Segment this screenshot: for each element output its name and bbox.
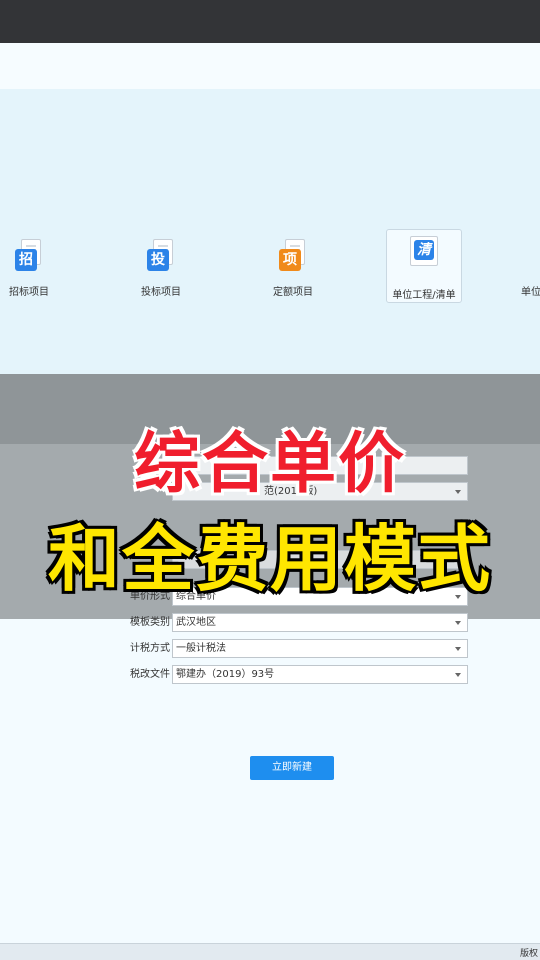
status-footer: 版权 [0, 943, 540, 960]
type-label: 招标项目 [9, 287, 49, 298]
bid-doc-icon: 投 [147, 239, 175, 271]
bill-doc-icon: 清 [410, 236, 438, 268]
template-row: 模板类别 武汉地区 [120, 613, 480, 633]
create-now-button[interactable]: 立即新建 [250, 756, 334, 780]
template-label: 模板类别 [130, 617, 170, 628]
chevron-down-icon [455, 673, 461, 677]
type-label: 投标项目 [141, 287, 181, 298]
template-value: 武汉地区 [176, 617, 216, 628]
project-type-panel: 招 招标项目 投 投标项目 项 定额项目 清 单位工程/清单 单位 [0, 89, 540, 374]
footer-copyright: 版权 [519, 949, 538, 959]
chevron-down-icon [455, 647, 461, 651]
tax-method-row: 计税方式 一般计税法 [120, 639, 480, 659]
tax-file-row: 税改文件 鄂建办（2019）93号 [120, 665, 480, 685]
banner-line-2: 和全费用模式 [46, 515, 492, 603]
tax-file-value: 鄂建办（2019）93号 [176, 669, 275, 680]
tax-file-label: 税改文件 [130, 669, 170, 680]
tax-method-label: 计税方式 [130, 643, 170, 654]
quota-doc-icon: 项 [279, 239, 307, 271]
tender-doc-icon: 招 [15, 239, 43, 271]
type-tender-project[interactable]: 招 招标项目 [0, 229, 74, 303]
type-quota-project[interactable]: 项 定额项目 [248, 229, 338, 303]
type-label: 单位工程/清单 [392, 290, 456, 301]
banner-line-1: 综合单价 [133, 424, 406, 504]
tax-file-select[interactable]: 鄂建办（2019）93号 [172, 665, 468, 684]
type-label: 单位 [521, 287, 540, 298]
header-strip [0, 43, 540, 89]
tax-method-value: 一般计税法 [176, 643, 226, 654]
type-label: 定额项目 [273, 287, 313, 298]
chevron-down-icon [455, 621, 461, 625]
tax-method-select[interactable]: 一般计税法 [172, 639, 468, 658]
title-bar [0, 0, 540, 43]
type-unit-partial[interactable]: 单位 [505, 229, 540, 303]
type-unit-bill[interactable]: 清 单位工程/清单 [386, 229, 462, 303]
template-select[interactable]: 武汉地区 [172, 613, 468, 632]
type-bid-project[interactable]: 投 投标项目 [116, 229, 206, 303]
